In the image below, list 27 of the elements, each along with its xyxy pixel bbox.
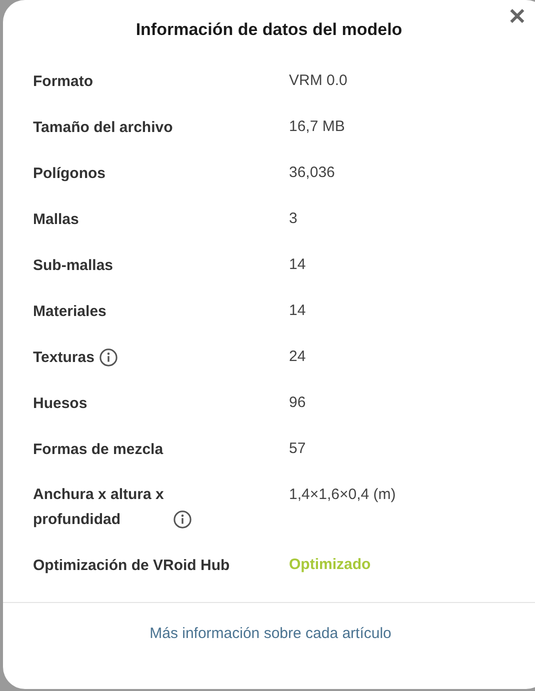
field-label: Formato [33,72,93,92]
field-value: 36,036 [289,163,335,183]
field-label: Texturas [33,348,94,368]
field-value: 14 [289,255,306,275]
field-label: Materiales [33,302,106,322]
close-button[interactable]: ✕ [508,6,526,28]
field-label: Mallas [33,210,79,230]
field-label: Optimización de VRoid Hub [33,556,230,576]
field-label: Anchura x altura x profundidad [33,485,165,530]
field-value: 1,4×1,6×0,4 (m) [289,485,396,505]
field-value: 24 [289,347,306,367]
field-value: 3 [289,209,298,229]
field-label: Huesos [33,394,88,414]
field-value: 96 [289,393,306,413]
more-info-link[interactable]: Más información sobre cada artículo [150,623,392,646]
field-value: 57 [289,439,306,459]
field-label: Tamaño del archivo [33,118,173,138]
info-icon[interactable] [99,348,118,367]
field-label: Formas de mezcla [33,440,164,460]
info-icon[interactable] [173,510,192,529]
field-value: 14 [289,301,306,321]
field-label: Sub-mallas [33,256,114,276]
field-value: VRM 0.0 [289,71,348,91]
field-value: 16,7 MB [289,117,345,137]
dialog-title: Información de datos del modelo [136,19,402,42]
field-label: Polígonos [33,164,106,184]
status-value: Optimizado [289,555,371,575]
